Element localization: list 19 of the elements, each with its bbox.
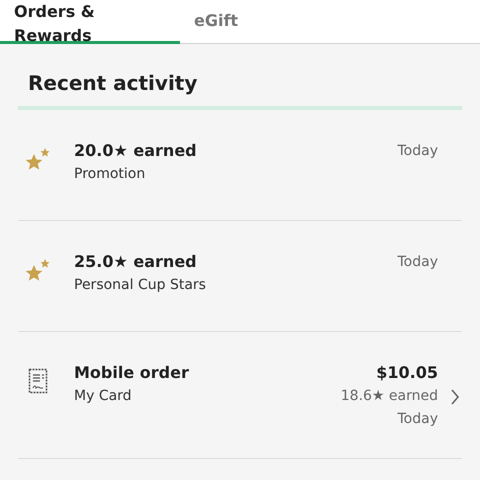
receipt-icon (28, 368, 48, 394)
activity-row[interactable]: Mobile order My Card $10.05 18.6★ earned Today (18, 332, 462, 459)
tab[interactable]: Orders & Rewards (0, 0, 180, 44)
activity-subtitle: Promotion (74, 165, 146, 184)
stars-earned: 18.6★ earned (340, 387, 438, 406)
activity-date: Today (398, 253, 438, 272)
activity-subtitle: My Card (74, 387, 133, 406)
activity-date: Today (398, 142, 438, 161)
order-amount: $10.05 (376, 362, 438, 384)
tab[interactable]: eGift (180, 0, 252, 44)
chevron-right-icon (450, 388, 460, 406)
section-title: Recent activity (27, 70, 198, 96)
activity-title: 25.0★ earned (74, 251, 198, 273)
activity-title: Mobile order (74, 362, 190, 384)
activity-row[interactable]: 25.0★ earned Personal Cup Stars Today (18, 221, 462, 332)
activity-title: 20.0★ earned (74, 140, 198, 162)
activity-row[interactable]: 20.0★ earned Promotion Today (18, 110, 462, 221)
activity-subtitle: Personal Cup Stars (74, 276, 207, 295)
activity-date: Today (398, 410, 438, 429)
